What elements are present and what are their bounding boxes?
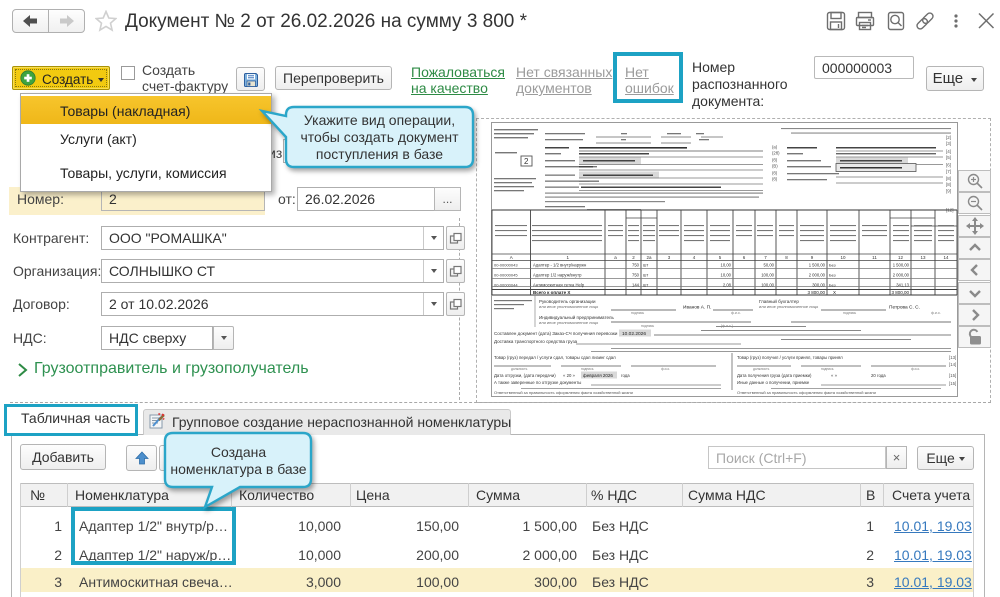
svg-text:(б): (б) xyxy=(772,158,778,163)
svg-text:Всего к оплате Х: Всего к оплате Х xyxy=(533,290,570,295)
svg-text:шт: шт xyxy=(643,283,648,288)
svg-text:[15]: [15] xyxy=(949,381,956,386)
svg-text:341,13: 341,13 xyxy=(896,283,909,288)
svg-text:февраля 2026: февраля 2026 xyxy=(583,373,613,378)
svg-text:10: 10 xyxy=(840,255,846,260)
svg-text:[6]: [6] xyxy=(946,163,951,168)
svg-text:подпись: подпись xyxy=(581,367,594,371)
svg-text:Х: Х xyxy=(833,290,836,295)
svg-text:[14]: [14] xyxy=(949,362,956,367)
svg-text:300,00: 300,00 xyxy=(812,283,825,288)
svg-text:00-00000044: 00-00000044 xyxy=(494,283,518,288)
svg-text:10,00: 10,00 xyxy=(721,263,732,268)
svg-text:[2]: [2] xyxy=(946,135,951,140)
svg-text:2,08: 2,08 xyxy=(723,283,732,288)
svg-text:года: года xyxy=(621,373,630,378)
svg-text:2 000,00: 2 000,00 xyxy=(893,273,910,278)
svg-text:(В): (В) xyxy=(772,164,778,169)
svg-text:Дата получения груза (дата при: Дата получения груза (дата приемки) xyxy=(737,373,812,378)
svg-text:подпись: подпись xyxy=(821,367,834,371)
svg-text:(а): (а) xyxy=(772,145,778,150)
svg-text:подпись: подпись xyxy=(641,324,654,328)
svg-text:или иное уполномоченное лицо: или иное уполномоченное лицо xyxy=(759,304,819,309)
svg-text:ф.и.о.: ф.и.о. xyxy=(731,311,741,315)
svg-text:Без: Без xyxy=(829,283,836,288)
svg-text:[8]: [8] xyxy=(946,176,951,181)
svg-text:[4]: [4] xyxy=(946,149,951,154)
svg-text:[9]: [9] xyxy=(946,189,951,194)
svg-text:ф.и.о.: ф.и.о. xyxy=(931,311,941,315)
svg-text:Антимоскитная сетка Help: Антимоскитная сетка Help xyxy=(533,283,585,288)
svg-text:Товар (груз) передал / услуги: Товар (груз) передал / услуги сдал, това… xyxy=(494,355,616,360)
svg-text:[8]: [8] xyxy=(946,182,951,187)
svg-text:13: 13 xyxy=(920,255,926,260)
svg-text:1 500,00: 1 500,00 xyxy=(893,263,910,268)
svg-text:20 года: 20 года xyxy=(871,373,886,378)
svg-text:Петрова С. С.: Петрова С. С. xyxy=(889,305,920,311)
svg-text:А также заверенные по отгрузке: А также заверенные по отгрузке документы xyxy=(494,380,581,385)
svg-text:[5]: [5] xyxy=(946,155,951,160)
svg-text:1 500,00: 1 500,00 xyxy=(809,263,826,268)
svg-text:11: 11 xyxy=(872,255,877,260)
svg-text:или иное уполномоченное лицо: или иное уполномоченное лицо xyxy=(539,320,599,325)
svg-text:шт: шт xyxy=(643,263,648,268)
svg-text:2: 2 xyxy=(524,157,529,166)
svg-text:Дата отгрузки, (дата передачи): Дата отгрузки, (дата передачи) xyxy=(494,373,556,378)
svg-text:подпись: подпись xyxy=(631,311,644,315)
svg-text:750: 750 xyxy=(632,273,640,278)
svg-text:3 800,00: 3 800,00 xyxy=(891,290,909,295)
svg-text:(б): (б) xyxy=(772,177,778,182)
svg-text:Без: Без xyxy=(829,273,836,278)
svg-text:Адаптер 1/2 наруж/внутр: Адаптер 1/2 наруж/внутр xyxy=(533,273,582,278)
svg-text:Иванов А. П.: Иванов А. П. xyxy=(683,305,711,311)
svg-text:должность: должность xyxy=(753,367,770,371)
svg-text:ф.и.о.: ф.и.о. xyxy=(661,367,670,371)
svg-text:[13]: [13] xyxy=(949,355,956,360)
svg-text:А: А xyxy=(510,255,513,260)
svg-text:Иные данные о получении, прием: Иные данные о получении, приемке xyxy=(737,380,810,385)
svg-text:Составлен документ (дата) Зака: Составлен документ (дата) Заказ-СЧ получ… xyxy=(494,331,618,336)
svg-text:2 000,00: 2 000,00 xyxy=(809,273,826,278)
svg-text:2а: 2а xyxy=(646,255,652,260)
svg-text:или иное уполномоченное лицо: или иное уполномоченное лицо xyxy=(539,304,599,309)
svg-text:12: 12 xyxy=(898,255,904,260)
svg-text:(2б): (2б) xyxy=(772,151,780,156)
svg-text:14: 14 xyxy=(943,255,949,260)
svg-text:Без: Без xyxy=(829,263,836,268)
svg-text:00-00000045: 00-00000045 xyxy=(494,273,518,278)
svg-text:« 20 »: « 20 » xyxy=(563,373,576,378)
svg-text:шт: шт xyxy=(643,273,648,278)
svg-text:10.02.2026: 10.02.2026 xyxy=(622,331,646,337)
svg-text:750: 750 xyxy=(632,263,640,268)
svg-text:[3]: [3] xyxy=(946,141,951,146)
svg-text:100,00: 100,00 xyxy=(761,283,774,288)
svg-text:100,00: 100,00 xyxy=(761,273,774,278)
svg-text:Товар (груз) получил / услуги: Товар (груз) получил / услуги принял, то… xyxy=(737,355,843,360)
svg-text:подпись: подпись xyxy=(843,311,856,315)
svg-text:Ответственный за правильность: Ответственный за правильность оформления… xyxy=(494,390,633,395)
svg-text:[7]: [7] xyxy=(946,169,951,174)
svg-text:« »: « » xyxy=(831,373,838,378)
svg-text:00-00000043: 00-00000043 xyxy=(494,263,518,268)
svg-text:144: 144 xyxy=(632,283,640,288)
svg-text:50,00: 50,00 xyxy=(764,263,775,268)
svg-text:3 800,00: 3 800,00 xyxy=(807,290,825,295)
svg-text:10,00: 10,00 xyxy=(721,273,732,278)
svg-text:Адаптер - 1/2 внутр/наружн: Адаптер - 1/2 внутр/наружн xyxy=(533,263,587,268)
svg-text:ф.и.о.: ф.и.о. xyxy=(911,367,920,371)
svg-text:должность: должность xyxy=(511,367,528,371)
svg-text:Ответственный за правильность: Ответственный за правильность оформления… xyxy=(737,390,876,395)
svg-text:(б): (б) xyxy=(772,171,778,176)
svg-text:[15]: [15] xyxy=(949,373,956,378)
svg-text:Доставка транспортного средств: Доставка транспортного средства груза xyxy=(494,339,578,344)
